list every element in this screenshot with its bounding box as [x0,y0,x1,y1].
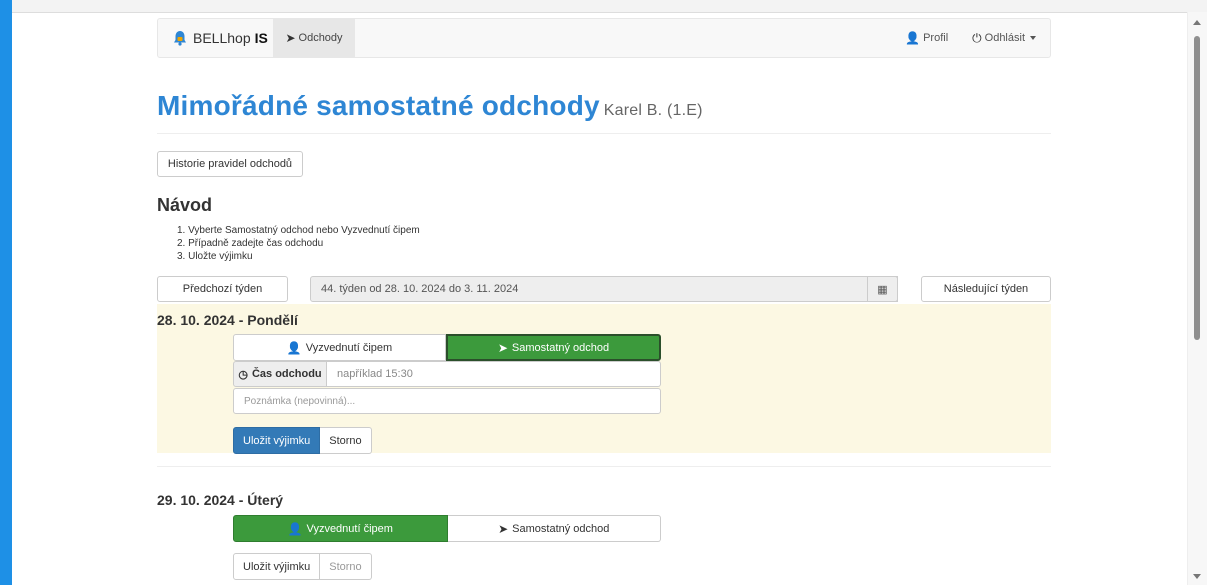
navod-step: 2. Případně zadejte čas odchodu [177,238,324,249]
navod-step: 1. Vyberte Samostatný odchod nebo Vyzved… [177,225,420,236]
bell-logo-icon [174,31,186,46]
cancel-button[interactable]: Storno [320,553,372,580]
cancel-button[interactable]: Storno [320,427,372,454]
brand[interactable]: BELLhop IS [172,19,268,57]
user-icon: 👤 [287,521,303,536]
page-title: Mimořádné samostatné odchody Karel B. (1.… [157,90,703,122]
top-divider [12,12,1187,13]
brand-name: BELLhop [193,30,251,46]
next-week-button[interactable]: Následující týden [921,276,1051,302]
option-self[interactable]: ➤ Samostatný odchod [446,334,661,361]
time-label: ◷ Čas odchodu [233,361,327,387]
option-pickup-label: Vyzvednutí čipem [305,341,393,354]
navod-step: 3. Uložte výjimku [177,251,253,262]
departure-toggle: 👤 Vyzvednutí čipem ➤ Samostatný odchod [233,334,661,361]
send-icon: ➤ [497,340,508,355]
day-block-tuesday: 29. 10. 2024 - Úterý 👤 Vyzvednutí čipem … [157,490,1051,585]
day-divider [157,466,1051,467]
nav-odhlasit-label: Odhlásit [984,32,1025,44]
navbar: BELLhop IS ➤ Odchody 👤 Profil ⏻ Odhlásit [157,18,1051,58]
nav-item-odchody[interactable]: ➤ Odchody [273,19,355,57]
option-pickup-label: Vyzvednutí čipem [306,522,393,535]
time-row: ◷ Čas odchodu například 15:30 [233,361,661,387]
clock-icon: ◷ [238,368,248,381]
nav-odchody-label: Odchody [298,32,343,44]
navod-list: 1. Vyberte Samostatný odchod nebo Vyzved… [177,224,420,263]
departure-toggle: 👤 Vyzvednutí čipem ➤ Samostatný odchod [233,515,661,542]
page-title-text: Mimořádné samostatné odchody [157,90,600,121]
option-self-label: Samostatný odchod [511,341,610,354]
save-group: Uložit výjimku Storno [233,553,372,580]
user-icon: 👤 [286,340,302,355]
calendar-icon[interactable]: ▦ [867,276,898,302]
week-picker-field[interactable]: 44. týden od 28. 10. 2024 do 3. 11. 2024 [310,276,898,302]
window-top-bar [12,0,1207,12]
student-name: Karel B. (1.E) [603,102,703,119]
option-pickup[interactable]: 👤 Vyzvednutí čipem [233,515,448,542]
option-self[interactable]: ➤ Samostatný odchod [447,515,661,542]
option-pickup[interactable]: 👤 Vyzvednutí čipem [233,334,446,361]
nav-profil-label: Profil [923,32,949,44]
prev-week-button[interactable]: Předchozí týden [157,276,288,302]
day-title: 29. 10. 2024 - Úterý [157,492,284,508]
caret-down-icon [1030,36,1036,40]
send-icon: ➤ [498,521,509,536]
save-exception-button[interactable]: Uložit výjimku [233,553,321,580]
nav-item-profil[interactable]: 👤 Profil [905,31,948,45]
scroll-up-arrow-icon[interactable] [1193,20,1201,25]
vertical-scrollbar[interactable] [1187,12,1207,585]
time-input[interactable]: například 15:30 [327,361,661,387]
option-self-label: Samostatný odchod [512,522,610,535]
nav-item-odhlasit[interactable]: ⏻ Odhlásit [972,31,1036,46]
title-divider [157,133,1051,134]
note-input[interactable]: Poznámka (nepovinná)... [233,388,661,414]
navod-heading: Návod [157,195,213,215]
day-title: 28. 10. 2024 - Pondělí [157,312,298,328]
send-icon: ➤ [285,31,296,45]
user-icon: 👤 [905,31,921,45]
save-group: Uložit výjimku Storno [233,427,372,454]
nav-right: 👤 Profil ⏻ Odhlásit [881,19,1036,57]
history-button[interactable]: Historie pravidel odchodů [157,151,303,177]
window-left-border [0,0,12,585]
brand-suffix: IS [254,30,268,46]
power-icon: ⏻ [972,30,982,45]
scrollbar-thumb[interactable] [1194,36,1200,340]
day-block-monday: 28. 10. 2024 - Pondělí 👤 Vyzvednutí čipe… [157,304,1051,454]
time-label-text: Čas odchodu [251,368,322,380]
scroll-down-arrow-icon[interactable] [1193,574,1201,579]
save-exception-button[interactable]: Uložit výjimku [233,427,321,454]
